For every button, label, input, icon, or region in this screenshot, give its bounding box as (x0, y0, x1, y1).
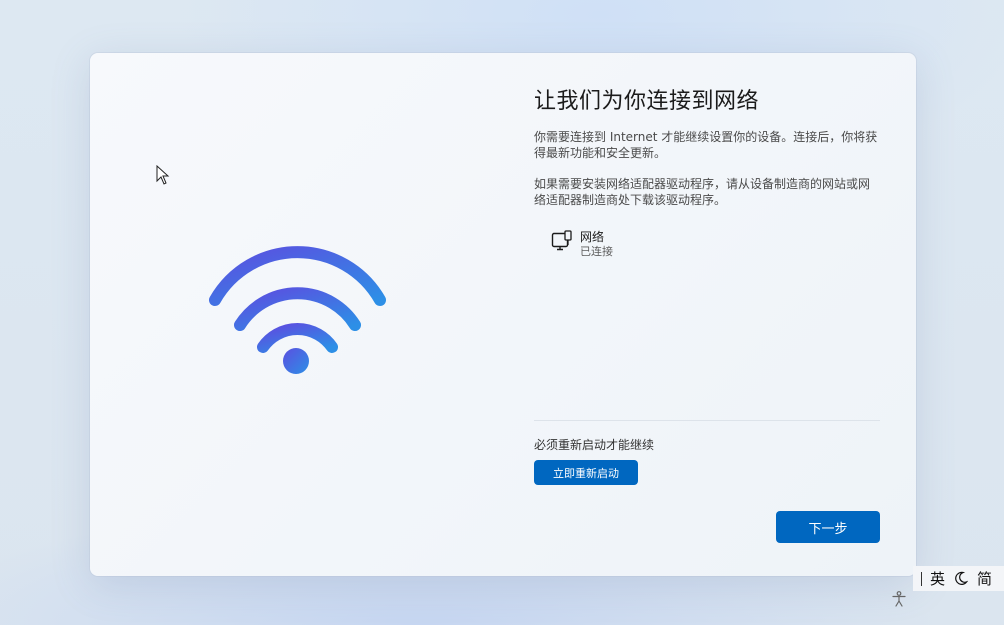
restart-now-button[interactable]: 立即重新启动 (534, 460, 638, 485)
network-status: 已连接 (580, 245, 613, 258)
mouse-cursor-icon (156, 165, 170, 185)
intro-text: 你需要连接到 Internet 才能继续设置你的设备。连接后，你将获得最新功能和… (534, 130, 878, 160)
oobe-network-dialog: 让我们为你连接到网络 你需要连接到 Internet 才能继续设置你的设备。连接… (90, 53, 916, 576)
next-button[interactable]: 下一步 (776, 511, 880, 543)
ime-language-toggle[interactable]: 英 (930, 568, 945, 589)
accessibility-icon[interactable] (890, 590, 908, 608)
page-title: 让我们为你连接到网络 (534, 89, 760, 114)
network-list-item[interactable]: 网络 已连接 (551, 230, 880, 260)
network-name: 网络 (580, 230, 605, 244)
wifi-illustration-icon (209, 246, 386, 374)
driver-text: 如果需要安装网络适配器驱动程序，请从设备制造商的网站或网络适配器制造商处下载该驱… (534, 177, 871, 207)
ime-simplified-toggle[interactable]: 简 (977, 568, 992, 589)
wired-network-icon (551, 230, 572, 251)
restart-note: 必须重新启动才能继续 (534, 438, 655, 452)
content-panel: 让我们为你连接到网络 你需要连接到 Internet 才能继续设置你的设备。连接… (534, 83, 880, 260)
ime-toolbar: 英 简 (913, 566, 1004, 591)
ime-drag-handle[interactable] (921, 571, 922, 586)
moon-icon[interactable] (954, 571, 969, 586)
divider (534, 420, 880, 421)
